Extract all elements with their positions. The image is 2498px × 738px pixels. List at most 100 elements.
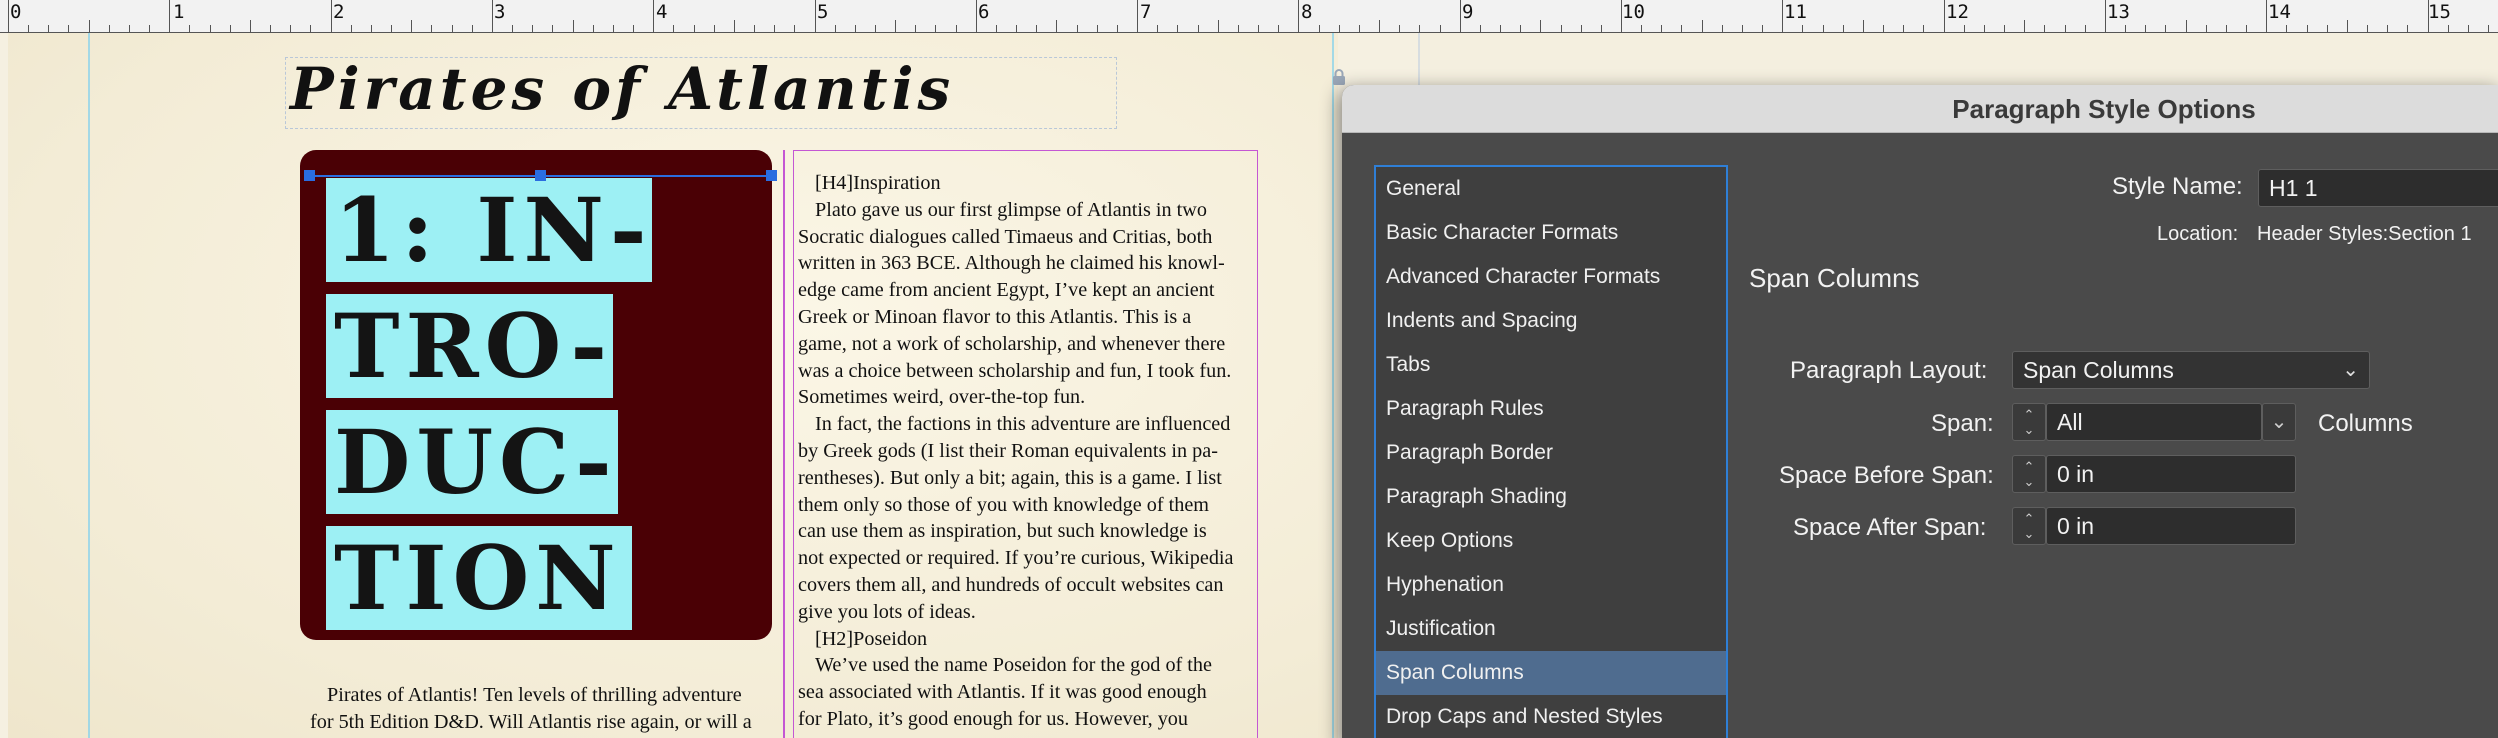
column-guide[interactable] (88, 33, 90, 738)
ruler-mark: 2 (333, 1, 345, 23)
ruler-tick (350, 25, 352, 32)
body-line: by Greek gods (I list their Roman equiva… (798, 439, 1218, 462)
ruler-tick (310, 25, 312, 32)
ruler-tick (612, 25, 614, 32)
document-title[interactable]: Pirates of Atlantis (290, 55, 954, 123)
category-list[interactable]: General Basic Character Formats Advanced… (1374, 165, 1728, 738)
category-span-columns[interactable]: Span Columns (1376, 651, 1726, 695)
ruler-tick (2427, 0, 2429, 32)
category-paragraph-shading[interactable]: Paragraph Shading (1376, 475, 1726, 519)
ruler-tick (1721, 25, 1723, 32)
ruler-tick (653, 0, 655, 32)
ruler-tick (370, 25, 372, 32)
ruler-tick (1923, 25, 1925, 32)
left-column-text[interactable]: Pirates of Atlantis! Ten levels of thril… (310, 682, 772, 736)
ruler-tick (1520, 25, 1522, 32)
selection-handle[interactable] (766, 170, 777, 181)
ruler-tick (774, 25, 776, 32)
column-guide[interactable] (1332, 33, 1334, 738)
ruler-tick (1600, 25, 1602, 32)
ruler-tick (1137, 0, 1139, 32)
style-name-field[interactable]: H1 1 (2258, 169, 2498, 207)
ruler-tick (935, 25, 937, 32)
category-basic-character-formats[interactable]: Basic Character Formats (1376, 211, 1726, 255)
ruler-tick (1197, 25, 1199, 32)
category-tabs[interactable]: Tabs (1376, 343, 1726, 387)
selection-handle[interactable] (304, 170, 315, 181)
ruler-tick (330, 0, 332, 32)
ruler-tick (754, 25, 755, 32)
ruler-tick (1963, 25, 1965, 32)
ruler-tick (1237, 25, 1239, 32)
ruler-tick (794, 25, 796, 32)
ruler-tick (1641, 25, 1643, 32)
ruler-tick (1036, 25, 1038, 32)
body-line: can use them as inspiration, but such kn… (798, 520, 1207, 543)
space-after-field[interactable]: 0 in (2046, 507, 2296, 545)
space-after-stepper[interactable]: ⌃ ⌄ (2012, 507, 2046, 545)
ruler-tick (2145, 25, 2147, 32)
ruler-tick (2447, 25, 2449, 32)
ruler-tick (1298, 0, 1300, 32)
body-line: give you lots of ideas. (798, 600, 976, 623)
intro-heading-line: TRO- (326, 294, 614, 398)
ruler-mark: 15 (2428, 1, 2451, 23)
paragraph-layout-dropdown[interactable]: Span Columns ⌄ (2012, 351, 2370, 389)
selection-handle[interactable] (535, 170, 546, 181)
span-dropdown-button[interactable]: ⌄ (2262, 403, 2296, 441)
ruler-tick (2266, 0, 2268, 32)
ruler-tick (2306, 25, 2308, 32)
paragraph-style-options-dialog[interactable]: Paragraph Style Options General Basic Ch… (1342, 85, 2498, 738)
category-advanced-character-formats[interactable]: Advanced Character Formats (1376, 255, 1726, 299)
horizontal-ruler[interactable]: 0 1 2 3 4 5 6 7 8 9 10 11 12 13 14 15 (0, 0, 2498, 33)
right-column-text[interactable]: [H4]Inspiration Plato gave us our first g… (798, 170, 1258, 733)
body-line: for 5th Edition D&D. Will Atlantis rise … (310, 710, 752, 733)
space-before-field[interactable]: 0 in (2046, 455, 2296, 493)
ruler-tick (532, 25, 534, 32)
intro-heading-line: TION (326, 526, 632, 630)
location-label: Location: (2157, 223, 2239, 245)
category-indents-and-spacing[interactable]: Indents and Spacing (1376, 299, 1726, 343)
ruler-tick (1862, 20, 1864, 32)
ruler-mark: 3 (494, 1, 506, 23)
lock-icon[interactable] (1330, 68, 1348, 86)
ruler-tick (2487, 25, 2489, 32)
body-line: for Plato, it’s good enough for us. Howe… (798, 707, 1188, 730)
ruler-mark: 7 (1140, 1, 1152, 23)
ruler-tick (1116, 25, 1118, 32)
ruler-tick (2125, 25, 2127, 32)
column-divider (783, 150, 785, 738)
ruler-tick (1883, 25, 1885, 32)
ruler-tick (1278, 25, 1280, 32)
ruler-tick (1379, 20, 1381, 32)
body-line: Plato gave us our first glimpse of Atlan… (815, 198, 1207, 221)
ruler-tick (1701, 20, 1703, 32)
ruler-tick (1177, 25, 1179, 32)
ruler-mark: 11 (1784, 1, 1807, 23)
section-heading: Span Columns (1749, 263, 1920, 293)
ruler-tick (229, 25, 231, 32)
ruler-tick (1782, 0, 1784, 32)
ruler-tick (2246, 25, 2248, 32)
span-field[interactable]: All (2046, 403, 2262, 441)
category-hyphenation[interactable]: Hyphenation (1376, 563, 1726, 607)
ruler-tick (2084, 25, 2086, 32)
ruler-tick (975, 0, 977, 32)
ruler-tick (895, 20, 897, 32)
category-keep-options[interactable]: Keep Options (1376, 519, 1726, 563)
ruler-mark: 5 (817, 1, 829, 23)
ruler-tick (814, 0, 816, 32)
category-justification[interactable]: Justification (1376, 607, 1726, 651)
category-general[interactable]: General (1376, 167, 1726, 211)
category-drop-caps-nested-styles[interactable]: Drop Caps and Nested Styles (1376, 695, 1726, 738)
ruler-tick (1741, 25, 1743, 32)
category-paragraph-border[interactable]: Paragraph Border (1376, 431, 1726, 475)
ruler-tick (149, 25, 151, 32)
ruler-tick (1903, 25, 1905, 32)
category-paragraph-rules[interactable]: Paragraph Rules (1376, 387, 1726, 431)
ruler-mark: 14 (2268, 1, 2291, 23)
dialog-title-bar[interactable]: Paragraph Style Options (1342, 85, 2498, 133)
space-before-stepper[interactable]: ⌃ ⌄ (2012, 455, 2046, 493)
ruler-tick (633, 25, 635, 32)
span-stepper[interactable]: ⌃ ⌄ (2012, 403, 2046, 441)
